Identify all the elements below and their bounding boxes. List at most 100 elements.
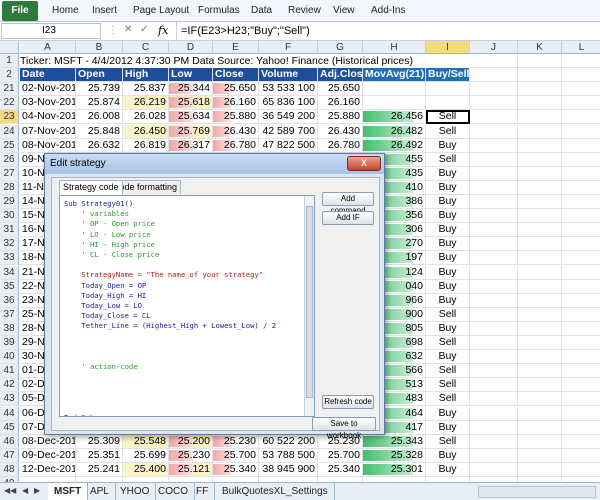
table-cell-volume[interactable]: 38 945 900 bbox=[259, 462, 318, 477]
table-cell-signal[interactable]: Buy bbox=[426, 279, 470, 294]
empty-cell[interactable] bbox=[562, 336, 600, 350]
tab-home[interactable]: Home bbox=[52, 0, 79, 22]
empty-cell[interactable] bbox=[470, 82, 518, 97]
table-cell-mavg[interactable]: 25.343 bbox=[363, 434, 426, 449]
empty-cell[interactable] bbox=[470, 307, 518, 322]
empty-cell[interactable] bbox=[562, 237, 600, 252]
table-cell-open[interactable]: 25.351 bbox=[76, 448, 123, 463]
empty-cell[interactable] bbox=[518, 54, 562, 68]
table-cell-low[interactable]: 25.200 bbox=[169, 434, 213, 449]
empty-cell[interactable] bbox=[470, 110, 518, 125]
table-cell-volume[interactable]: 47 822 500 bbox=[259, 138, 318, 153]
table-cell-mavg[interactable] bbox=[363, 82, 426, 97]
table-cell-open[interactable]: 26.632 bbox=[76, 138, 123, 153]
table-cell-signal[interactable]: Buy bbox=[426, 251, 470, 266]
table-cell-signal[interactable]: Buy bbox=[426, 237, 470, 252]
table-cell-open[interactable]: 25.241 bbox=[76, 462, 123, 477]
code-text[interactable]: Sub Strategy01() ' variables ' OP - Open… bbox=[64, 199, 276, 416]
table-cell-signal[interactable] bbox=[426, 96, 470, 111]
empty-cell[interactable] bbox=[518, 82, 562, 97]
table-cell-low[interactable]: 25.618 bbox=[169, 96, 213, 111]
table-cell-signal[interactable]: Sell bbox=[426, 434, 470, 449]
row-header[interactable]: 35 bbox=[0, 279, 19, 294]
table-cell-volume[interactable]: 53 533 100 bbox=[259, 82, 318, 97]
table-cell-date[interactable]: 09-Dec-2011 bbox=[20, 448, 76, 463]
empty-cell[interactable] bbox=[470, 420, 518, 435]
table-cell-adj[interactable]: 26.780 bbox=[318, 138, 363, 153]
table-cell-high[interactable]: 25.548 bbox=[123, 434, 169, 449]
sheet-tab-apl[interactable]: APL bbox=[84, 483, 116, 500]
tab-strategy-code[interactable]: Strategy code bbox=[59, 180, 123, 195]
empty-cell[interactable] bbox=[518, 265, 562, 280]
empty-cell[interactable] bbox=[470, 237, 518, 252]
table-cell-high[interactable]: 26.450 bbox=[123, 124, 169, 139]
empty-cell[interactable] bbox=[562, 68, 600, 83]
empty-cell[interactable] bbox=[562, 125, 600, 139]
save-to-workbook-button[interactable]: Save to workbook bbox=[312, 417, 376, 440]
empty-cell[interactable] bbox=[470, 350, 518, 365]
table-cell-open[interactable]: 25.848 bbox=[76, 124, 123, 139]
empty-cell[interactable] bbox=[518, 279, 562, 294]
row-header[interactable]: 33 bbox=[0, 251, 19, 266]
empty-cell[interactable] bbox=[562, 322, 600, 336]
table-cell-low[interactable]: 25.230 bbox=[169, 448, 213, 463]
empty-cell[interactable] bbox=[562, 364, 600, 379]
row-header[interactable]: 21 bbox=[0, 82, 19, 97]
empty-cell[interactable] bbox=[470, 462, 518, 477]
empty-cell[interactable] bbox=[518, 96, 562, 111]
table-cell-date[interactable]: 12-Dec-2011 bbox=[20, 462, 76, 477]
empty-cell[interactable] bbox=[470, 124, 518, 139]
empty-cell[interactable] bbox=[470, 364, 518, 379]
table-cell-close[interactable]: 25.650 bbox=[213, 82, 259, 97]
row-header[interactable]: 24 bbox=[0, 124, 19, 139]
empty-cell[interactable] bbox=[518, 124, 562, 139]
table-cell-high[interactable]: 25.837 bbox=[123, 82, 169, 97]
row-header[interactable]: 44 bbox=[0, 406, 19, 421]
table-cell-signal[interactable]: Buy bbox=[426, 293, 470, 308]
empty-cell[interactable] bbox=[562, 350, 600, 365]
column-header-l[interactable]: L bbox=[562, 41, 600, 54]
table-cell-volume[interactable]: 65 836 100 bbox=[259, 96, 318, 111]
horizontal-scrollbar[interactable] bbox=[478, 486, 596, 498]
empty-cell[interactable] bbox=[470, 138, 518, 153]
table-cell-signal[interactable]: Buy bbox=[426, 265, 470, 280]
empty-cell[interactable] bbox=[562, 308, 600, 322]
empty-cell[interactable] bbox=[518, 166, 562, 181]
empty-cell[interactable] bbox=[518, 392, 562, 407]
table-cell-open[interactable]: 25.874 bbox=[76, 96, 123, 111]
sheet-tab-msft[interactable]: MSFT bbox=[48, 483, 89, 500]
column-header-f[interactable]: F bbox=[259, 41, 318, 54]
empty-cell[interactable] bbox=[470, 54, 518, 68]
table-cell-signal[interactable]: Sell bbox=[426, 124, 470, 139]
row-header[interactable]: 29 bbox=[0, 195, 19, 209]
row-header[interactable]: 22 bbox=[0, 96, 19, 111]
row-header[interactable]: 39 bbox=[0, 336, 19, 350]
table-cell-date[interactable]: 08-Dec-2011 bbox=[20, 434, 76, 449]
table-cell-low[interactable]: 26.317 bbox=[169, 138, 213, 153]
table-cell-volume[interactable]: 60 522 200 bbox=[259, 434, 318, 449]
table-cell-signal[interactable]: Sell bbox=[426, 307, 470, 322]
empty-cell[interactable] bbox=[518, 378, 562, 393]
table-cell-signal[interactable]: Buy bbox=[426, 350, 470, 365]
table-cell-close[interactable]: 26.780 bbox=[213, 138, 259, 153]
add-command-button[interactable]: Add command bbox=[322, 192, 374, 215]
empty-cell[interactable] bbox=[470, 251, 518, 266]
empty-cell[interactable] bbox=[518, 209, 562, 224]
row-header[interactable]: 26 bbox=[0, 152, 19, 167]
empty-cell[interactable] bbox=[518, 110, 562, 125]
column-header-g[interactable]: G bbox=[318, 41, 363, 54]
table-cell-high[interactable]: 26.028 bbox=[123, 110, 169, 125]
empty-cell[interactable] bbox=[470, 434, 518, 449]
table-cell-volume[interactable]: 36 549 200 bbox=[259, 110, 318, 125]
table-cell-signal[interactable]: Sell bbox=[426, 110, 470, 125]
table-cell-mavg[interactable]: 26.492 bbox=[363, 138, 426, 153]
empty-cell[interactable] bbox=[470, 209, 518, 224]
empty-cell[interactable] bbox=[562, 294, 600, 308]
add-if-button[interactable]: Add IF bbox=[322, 211, 374, 225]
row-header[interactable]: 2 bbox=[0, 68, 19, 83]
empty-cell[interactable] bbox=[562, 421, 600, 435]
empty-cell[interactable] bbox=[518, 152, 562, 167]
empty-cell[interactable] bbox=[518, 307, 562, 322]
table-cell-signal[interactable]: Sell bbox=[426, 392, 470, 407]
cancel-icon[interactable]: ✕ bbox=[124, 24, 132, 35]
